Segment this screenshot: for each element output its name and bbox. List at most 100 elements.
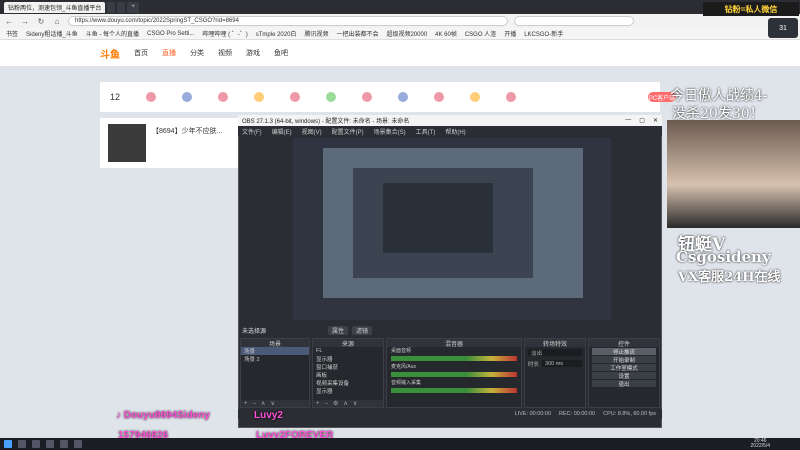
scene-item[interactable]: 场景 2 [241,355,309,363]
menu-tools[interactable]: 工具(T) [416,127,436,136]
sources-header: 来源 [313,339,383,348]
remove-icon[interactable]: − [253,401,257,407]
volume-meter[interactable] [391,388,517,393]
bookmark[interactable]: 书签 [6,29,18,38]
bookmark[interactable]: Sideny粗话播_斗鱼 [26,29,78,38]
bookmark[interactable]: 4K 60帧 [435,29,457,38]
feature-icon[interactable] [506,92,517,102]
close-icon[interactable]: ✕ [653,117,658,124]
source-item[interactable]: 视频采集设备 [313,379,383,387]
app-icon[interactable] [60,440,68,448]
bookmark[interactable]: 一把出装都不会 [336,29,378,38]
windows-start-icon[interactable] [4,440,12,448]
bookmark[interactable]: sTmple 2020白 [256,29,297,38]
menu-profile[interactable]: 配置文件(P) [332,127,364,136]
bookmark[interactable]: 腾讯视频 [304,29,328,38]
steam-icon[interactable] [18,440,26,448]
menu-help[interactable]: 帮助(H) [445,127,465,136]
weibo-handle: Luvy2 [254,410,283,421]
down-icon[interactable]: ∨ [270,400,274,407]
sources-toolbar: + − ⚙ ∧ ∨ [313,400,383,407]
volume-meter[interactable] [391,356,517,361]
browser-icon[interactable] [32,440,40,448]
start-recording-button[interactable]: 开始录制 [592,356,656,364]
up-icon[interactable]: ∧ [261,400,265,407]
nav-category[interactable]: 分类 [190,48,204,58]
source-item[interactable]: 显示器 [313,387,383,395]
system-clock[interactable]: 20:46 2022/5/4 [751,439,770,449]
feature-icon[interactable] [254,92,265,102]
scenes-header: 场景 [241,339,309,348]
menu-scene-collection[interactable]: 场景集合(S) [374,127,406,136]
bookmark[interactable]: 哔哩哔哩 ( ゜-゜) [202,29,247,38]
filters-button[interactable]: 滤镜 [352,326,373,335]
feature-icon[interactable] [218,92,229,102]
nav-fishbar[interactable]: 鱼吧 [274,48,288,58]
settings-button[interactable]: 设置 [592,372,656,380]
bookmark[interactable]: 超级视频20000 [386,29,427,38]
add-icon[interactable]: + [244,401,248,407]
site-logo[interactable]: 斗鱼 [100,46,120,61]
browser-tab[interactable] [107,1,116,13]
mixer-channel-label: 音频输入采集 [391,380,422,386]
source-item[interactable]: 显示器 [313,355,383,363]
room-title: 【8694】少年不应肤... [152,128,223,135]
nav-game[interactable]: 游戏 [246,48,260,58]
bookmark[interactable]: 斗鱼 - 每个人的直播 [86,29,139,38]
tiktok-handle: ♪ Douyu8694Sideny [116,410,210,421]
feature-icon[interactable] [182,92,193,102]
feature-icon[interactable] [434,92,445,102]
source-item[interactable]: FL [313,347,383,355]
new-tab-button[interactable]: + [127,1,139,13]
scene-item[interactable]: 场景 [241,347,309,355]
feature-icon[interactable] [146,92,157,102]
home-icon[interactable]: ⌂ [52,17,62,26]
side-widget[interactable]: 31 [768,18,798,38]
feature-icon[interactable] [470,92,481,102]
source-item[interactable]: 画板 [313,371,383,379]
menu-view[interactable]: 视图(V) [302,127,322,136]
feature-icon[interactable] [362,92,373,102]
feature-icon[interactable] [398,92,409,102]
obs-preview[interactable] [293,138,611,320]
bookmark[interactable]: CSGO Pro Setti... [147,31,194,37]
volume-meter[interactable] [391,372,517,377]
bookmark[interactable]: LKCSGO-新手 [524,29,563,38]
studio-mode-button[interactable]: 工作室模式 [592,364,656,372]
properties-button[interactable]: 属性 [328,326,349,335]
gear-icon[interactable]: ⚙ [333,400,338,407]
duration-input[interactable]: 300 ms [542,360,582,367]
maximize-icon[interactable]: ▢ [639,117,645,124]
back-icon[interactable]: ← [4,17,14,26]
feature-icon[interactable] [326,92,337,102]
source-item[interactable]: 窗口捕获 [313,363,383,371]
minimize-icon[interactable]: — [625,117,631,124]
feature-icon[interactable] [290,92,301,102]
menu-file[interactable]: 文件(F) [242,127,262,136]
browser-tab[interactable] [117,1,126,13]
remove-icon[interactable]: − [325,401,329,407]
url-input[interactable]: https://www.douyu.com/topic/2022SpringST… [68,16,508,26]
stop-streaming-button[interactable]: 停止推流 [592,348,656,356]
corner-badge: 钻粉=私人微信 [703,2,799,16]
bookmark[interactable]: CSGO 人渣 [465,29,496,38]
search-input[interactable] [514,16,634,26]
browser-tab[interactable]: 钻粉两位，测速包领_斗鱼直播平台 [4,1,106,13]
streamer-avatar[interactable] [108,124,146,162]
app-icon[interactable] [46,440,54,448]
add-icon[interactable]: + [316,401,320,407]
app-icon[interactable] [74,440,82,448]
forward-icon[interactable]: → [20,17,30,26]
down-icon[interactable]: ∨ [353,400,357,407]
reload-icon[interactable]: ↻ [36,17,46,26]
badge-count[interactable]: 12 [110,92,120,102]
nav-video[interactable]: 视频 [218,48,232,58]
up-icon[interactable]: ∧ [343,400,347,407]
bookmark[interactable]: 开播 [504,29,516,38]
transition-select[interactable]: 淡出 [528,349,582,357]
selected-source-label: 未选择源 [242,329,267,335]
menu-edit[interactable]: 编辑(E) [272,127,292,136]
exit-button[interactable]: 退出 [592,380,656,388]
nav-live[interactable]: 直播 [162,48,176,58]
nav-home[interactable]: 首页 [134,48,148,58]
